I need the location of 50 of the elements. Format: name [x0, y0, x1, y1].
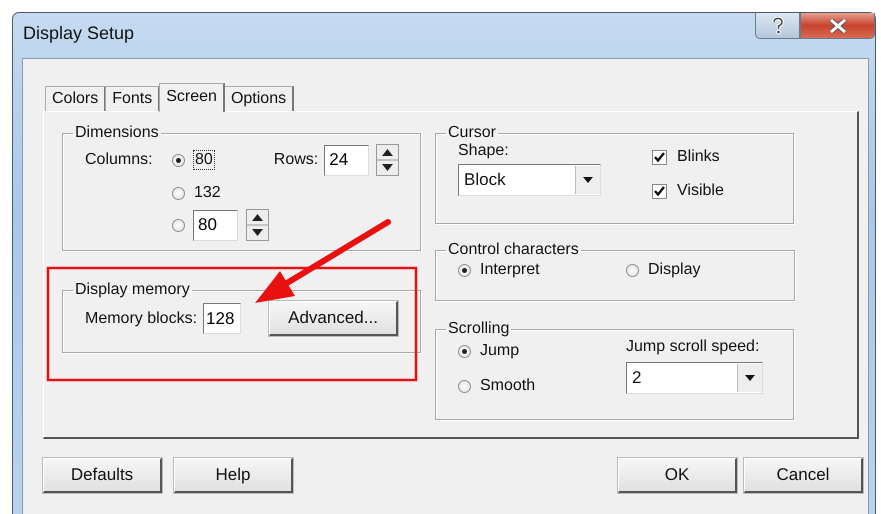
checkbox[interactable] — [652, 184, 667, 198]
group-label: Cursor — [447, 124, 498, 142]
question-mark-icon — [770, 16, 784, 34]
group-label: Scrolling — [447, 320, 510, 338]
window-title: Display Setup — [23, 23, 134, 44]
dialog-button[interactable]: Defaults — [43, 458, 162, 493]
field-label: Shape: — [458, 142, 510, 160]
advanced-button[interactable]: Advanced... — [269, 301, 398, 336]
help-button[interactable] — [755, 13, 800, 39]
number-field[interactable]: 24 — [324, 144, 370, 176]
radio-indicator[interactable] — [172, 218, 185, 232]
tab[interactable]: Fonts — [105, 86, 160, 111]
radio-indicator[interactable] — [172, 186, 185, 200]
checkbox[interactable] — [652, 150, 667, 164]
radio-indicator[interactable] — [458, 380, 471, 392]
tab[interactable]: Screen — [159, 83, 225, 112]
radio-option[interactable]: Display — [626, 261, 794, 279]
field-label: Rows: — [274, 151, 318, 169]
number-field[interactable]: 128 — [203, 303, 242, 334]
dialog-button[interactable]: Cancel — [744, 458, 863, 493]
checkbox-option[interactable]: Visible — [652, 182, 724, 200]
number-field[interactable]: 80 — [193, 210, 238, 240]
field-label: Columns: — [85, 151, 154, 169]
radio-option[interactable]: Jump — [458, 342, 626, 360]
checkbox-option[interactable]: Blinks — [652, 148, 724, 166]
radio-option[interactable]: Smooth — [458, 377, 626, 395]
close-icon — [828, 18, 846, 32]
group-label: Display memory — [74, 281, 191, 299]
radio-option[interactable]: 80 — [172, 151, 214, 169]
spinner-arrows-icon[interactable] — [376, 144, 400, 176]
tab[interactable]: Options — [224, 86, 294, 111]
dropdown[interactable]: Block — [458, 164, 601, 196]
radio-indicator[interactable] — [172, 154, 185, 166]
radio-indicator[interactable] — [458, 344, 471, 358]
dropdown[interactable]: 2 — [626, 362, 763, 394]
field-label: Jump scroll speed: — [626, 338, 760, 356]
group-label: Control characters — [447, 241, 580, 259]
radio-indicator[interactable] — [458, 264, 471, 276]
caret-down-icon — [582, 176, 594, 184]
close-button[interactable] — [800, 13, 875, 39]
group-label: Dimensions — [74, 124, 160, 142]
tab[interactable]: Colors — [45, 86, 106, 111]
field-label: Memory blocks: — [85, 310, 198, 328]
dialog-button[interactable]: Help — [174, 458, 293, 493]
dialog-button[interactable]: OK — [618, 458, 737, 493]
radio-indicator[interactable] — [626, 264, 639, 276]
spinner-arrows-icon[interactable] — [246, 209, 269, 241]
radio-option[interactable]: 132 — [172, 184, 221, 202]
radio-option[interactable]: Interpret — [458, 261, 626, 279]
caret-down-icon — [744, 374, 756, 382]
